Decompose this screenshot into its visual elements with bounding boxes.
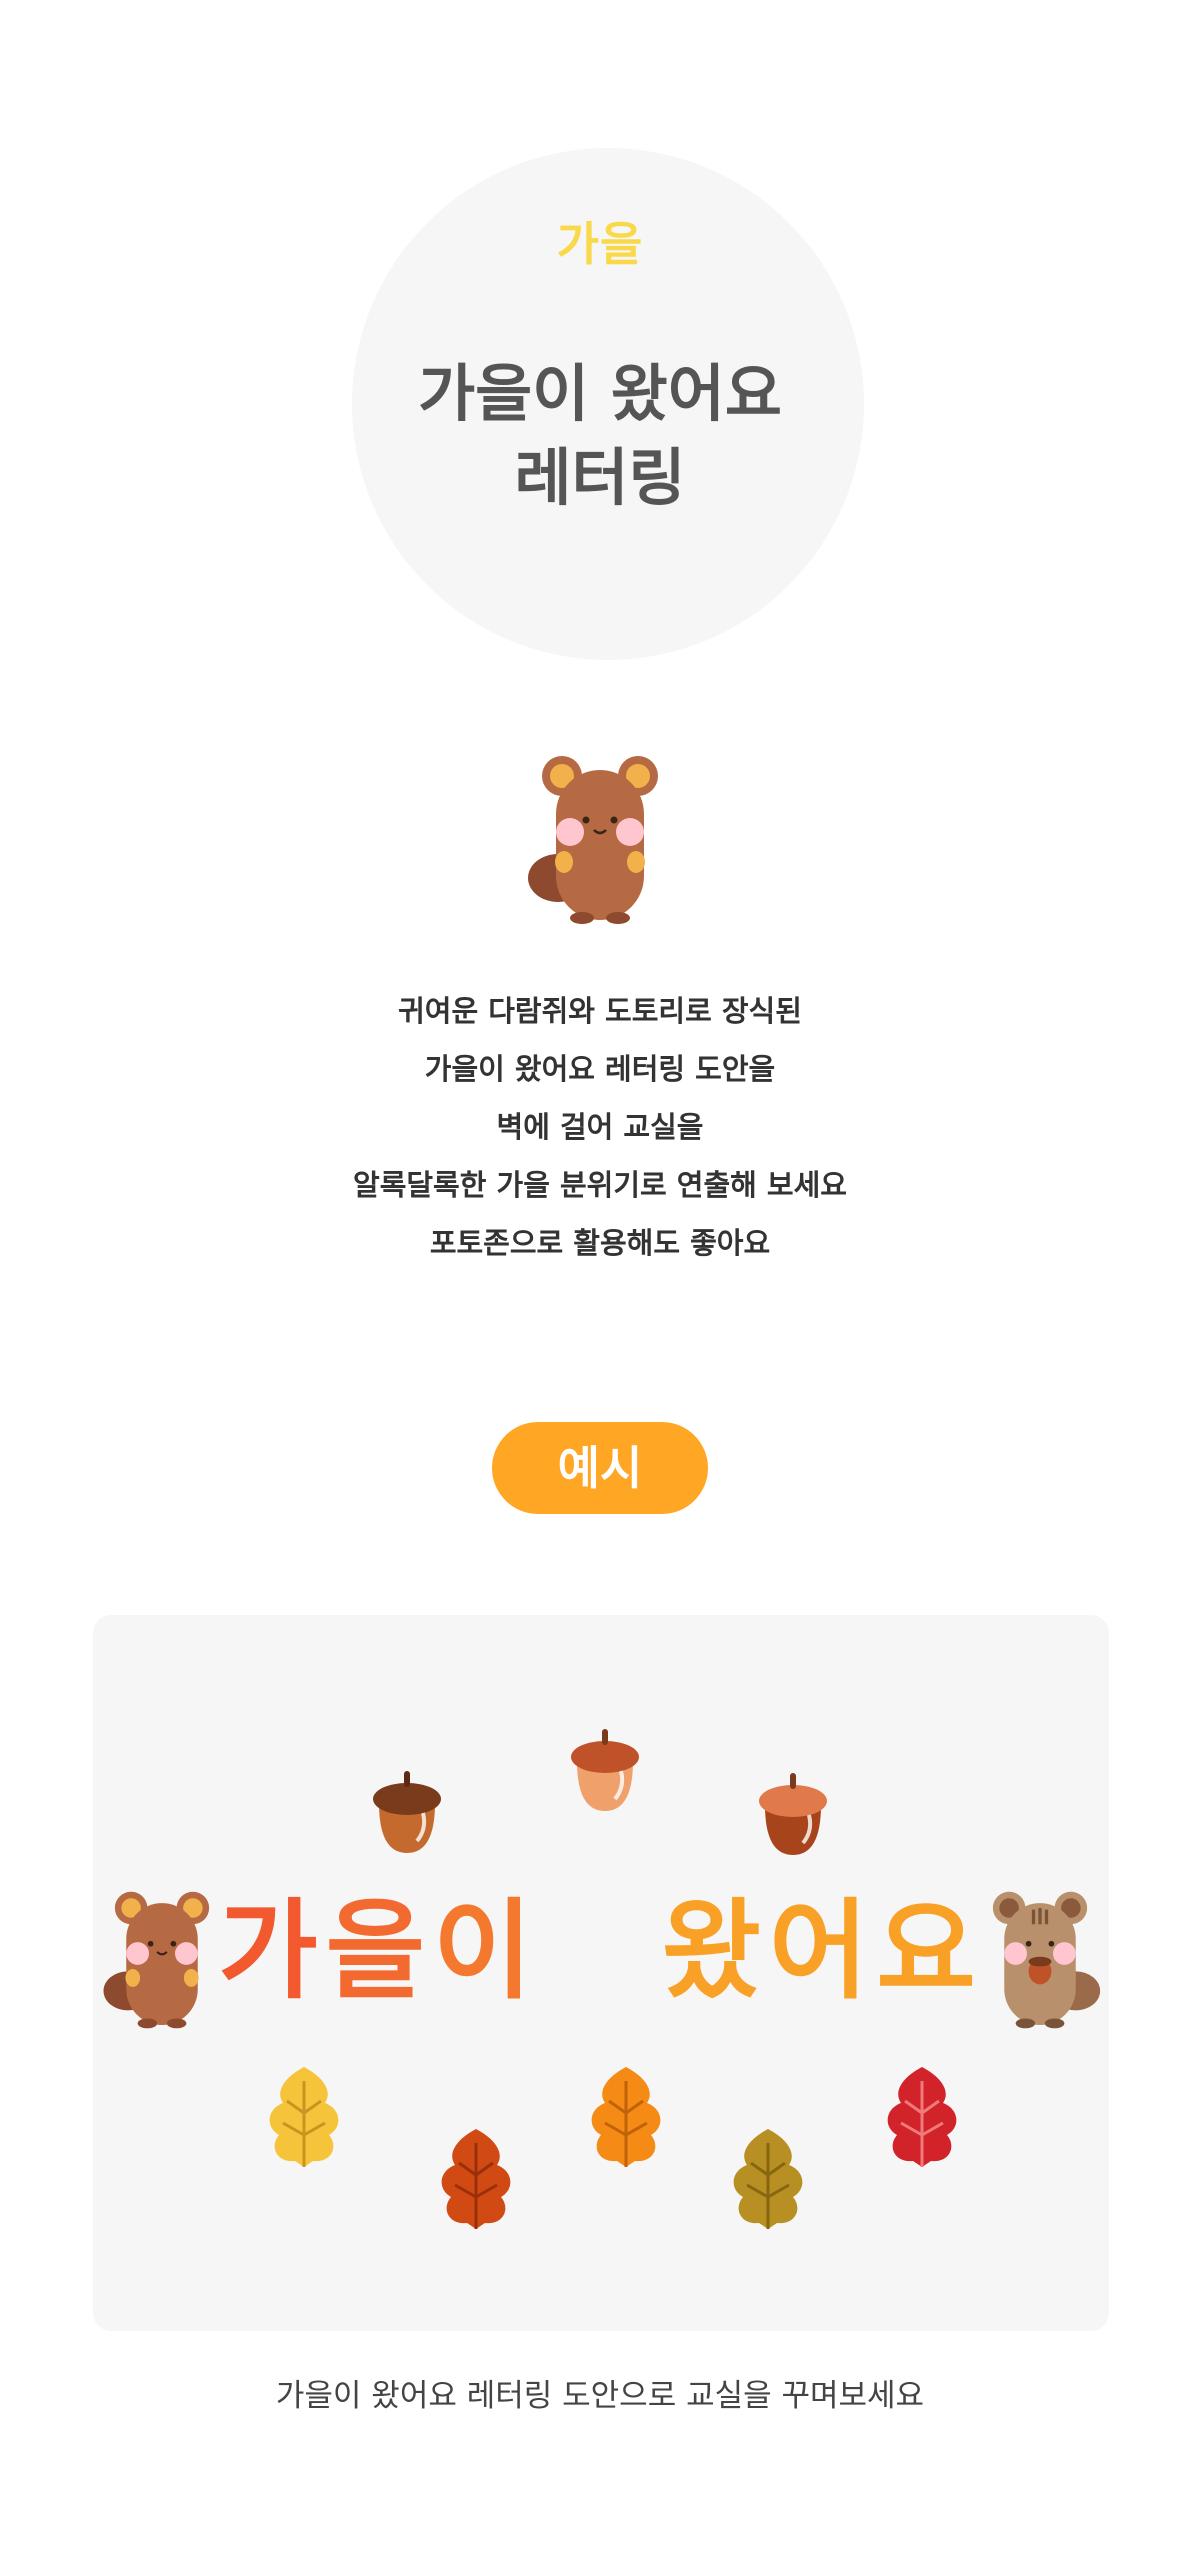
banner-char: 이 bbox=[433, 1889, 541, 2014]
hero-category: 가을 bbox=[556, 217, 644, 271]
acorn-icon bbox=[571, 1729, 639, 1811]
caption: 가을이 왔어요 레터링 도안으로 교실을 꾸며보세요 bbox=[275, 2378, 925, 2414]
banner-text: 가을이 왔어요 bbox=[93, 1877, 1109, 2027]
description-line: 귀여운 다람쥐와 도토리로 장식된 bbox=[398, 994, 802, 1028]
banner-char: 어 bbox=[768, 1889, 877, 2014]
hero-title: 가을이 왔어요 레터링 bbox=[0, 352, 1200, 520]
description-line: 포토존으로 활용해도 좋아요 bbox=[429, 1226, 771, 1260]
example-card: 가을이 왔어요 bbox=[93, 1615, 1109, 2331]
description-line: 알록달록한 가을 분위기로 연출해 보세요 bbox=[353, 1168, 847, 1202]
description: 귀여운 다람쥐와 도토리로 장식된 가을이 왔어요 레터링 도안을 벽에 걸어 … bbox=[0, 982, 1200, 1272]
banner-char: 요 bbox=[876, 1889, 984, 2014]
banner-char: 왔 bbox=[661, 1889, 769, 2014]
description-line: 가을이 왔어요 레터링 도안을 bbox=[424, 1052, 776, 1086]
hero-title-line2: 레터링 bbox=[514, 441, 686, 514]
banner-char: 을 bbox=[325, 1889, 434, 2014]
acorn-icon bbox=[373, 1771, 441, 1853]
leaf-icon bbox=[591, 2067, 661, 2167]
leaf-icon bbox=[887, 2067, 957, 2167]
description-line: 벽에 걸어 교실을 bbox=[496, 1110, 704, 1144]
squirrel-icon bbox=[528, 756, 658, 924]
leaf-icon bbox=[269, 2067, 339, 2167]
hero-title-line1: 가을이 왔어요 bbox=[418, 357, 782, 430]
leaf-icon bbox=[733, 2129, 803, 2229]
example-badge: 예시 bbox=[492, 1422, 708, 1514]
banner-char: 가 bbox=[218, 1889, 326, 2014]
acorn-icon bbox=[759, 1773, 827, 1855]
leaf-icon bbox=[441, 2129, 511, 2229]
